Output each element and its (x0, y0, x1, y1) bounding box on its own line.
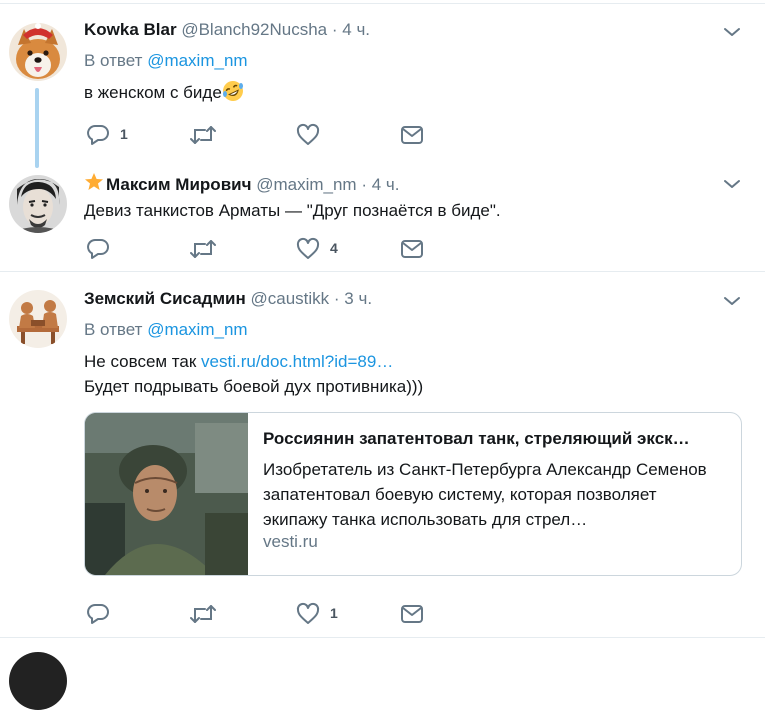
reply-button[interactable]: 1 (86, 123, 128, 147)
reply-context: В ответ @maxim_nm (84, 320, 248, 340)
retweet-button[interactable] (190, 602, 216, 626)
timestamp[interactable]: 3 ч. (344, 289, 372, 308)
laughing-emoji-icon (222, 80, 244, 102)
reply-icon (87, 125, 109, 145)
card-description: Изобретатель из Санкт-Петербурга Алексан… (263, 460, 707, 529)
retweet-button[interactable] (190, 123, 216, 147)
avatar[interactable] (9, 23, 67, 81)
timestamp[interactable]: 4 ч. (372, 175, 400, 194)
star-icon (84, 172, 104, 192)
separator-dot: · (361, 175, 367, 194)
tweet-text-line-2: Будет подрывать боевой дух противника))) (84, 377, 424, 396)
separator-dot: · (333, 289, 340, 308)
reply-count: 1 (120, 126, 128, 142)
reply-button[interactable] (86, 602, 110, 626)
card-domain: vesti.ru (263, 532, 318, 551)
chevron-down-icon[interactable] (723, 23, 741, 41)
reply-button[interactable] (86, 237, 110, 261)
reply-prefix: В ответ (84, 51, 143, 70)
reply-context: В ответ @maxim_nm (84, 51, 248, 71)
envelope-icon (401, 240, 423, 258)
tweet-text: Девиз танкистов Арматы — "Друг познаётся… (84, 201, 501, 220)
retweet-button[interactable] (190, 237, 216, 261)
heart-icon (296, 123, 320, 145)
tweet-header: Максим Мирович @maxim_nm · 4 ч. (84, 172, 400, 195)
avatar[interactable] (9, 175, 67, 233)
tweet-text-line-1: Не совсем так vesti.ru/doc.html?id=89… (84, 349, 393, 374)
card-title: Россиянин запатентовал танк, стреляющий … (263, 429, 690, 448)
user-handle[interactable]: @maxim_nm (256, 175, 356, 194)
like-count: 4 (330, 240, 338, 256)
retweet-icon (190, 126, 216, 144)
reply-prefix: В ответ (84, 320, 143, 339)
display-name[interactable]: Kowka Blar (84, 20, 177, 39)
direct-message-button[interactable] (400, 123, 424, 147)
display-name[interactable]: Максим Мирович (106, 175, 251, 194)
user-handle[interactable]: @caustikk (250, 289, 329, 308)
user-handle[interactable]: @Blanch92Nucsha (181, 20, 327, 39)
tweet-3[interactable]: Земский Сисадмин @caustikk · 3 ч. В отве… (0, 272, 765, 637)
like-button[interactable]: 4 (296, 237, 338, 261)
avatar-next-tweet[interactable] (9, 652, 67, 710)
article-link[interactable]: vesti.ru/doc.html?id=89… (201, 352, 393, 371)
separator-dot: · (331, 20, 338, 39)
heart-icon (296, 602, 320, 624)
tweet-divider (0, 637, 765, 638)
link-preview-card[interactable]: Россиянин запатентовал танк, стреляющий … (84, 412, 742, 576)
display-name[interactable]: Земский Сисадмин (84, 289, 246, 308)
direct-message-button[interactable] (400, 602, 424, 626)
tweet-2[interactable]: Максим Мирович @maxim_nm · 4 ч. Девиз та… (0, 160, 765, 270)
tweet-text-prefix: Не совсем так (84, 352, 202, 371)
card-thumbnail (85, 413, 248, 575)
reply-mention-link[interactable]: @maxim_nm (147, 320, 247, 339)
timestamp[interactable]: 4 ч. (342, 20, 370, 39)
direct-message-button[interactable] (400, 237, 424, 261)
tweet-header: Kowka Blar @Blanch92Nucsha · 4 ч. (84, 20, 370, 40)
envelope-icon (401, 126, 423, 144)
reply-icon (87, 239, 109, 259)
reply-mention-link[interactable]: @maxim_nm (147, 51, 247, 70)
like-count: 1 (330, 605, 338, 621)
tweet-header: Земский Сисадмин @caustikk · 3 ч. (84, 289, 372, 309)
retweet-icon (190, 605, 216, 623)
chevron-down-icon[interactable] (723, 292, 741, 310)
like-button[interactable] (296, 123, 320, 147)
like-button[interactable]: 1 (296, 602, 338, 626)
chevron-down-icon[interactable] (723, 175, 741, 193)
tweet-1[interactable]: Kowka Blar @Blanch92Nucsha · 4 ч. В отве… (0, 0, 765, 160)
heart-icon (296, 237, 320, 259)
avatar[interactable] (9, 290, 67, 348)
reply-icon (87, 604, 109, 624)
tweet-text: в женском с биде (84, 80, 244, 105)
tweet-text-body: в женском с биде (84, 83, 222, 102)
envelope-icon (401, 605, 423, 623)
retweet-icon (190, 240, 216, 258)
